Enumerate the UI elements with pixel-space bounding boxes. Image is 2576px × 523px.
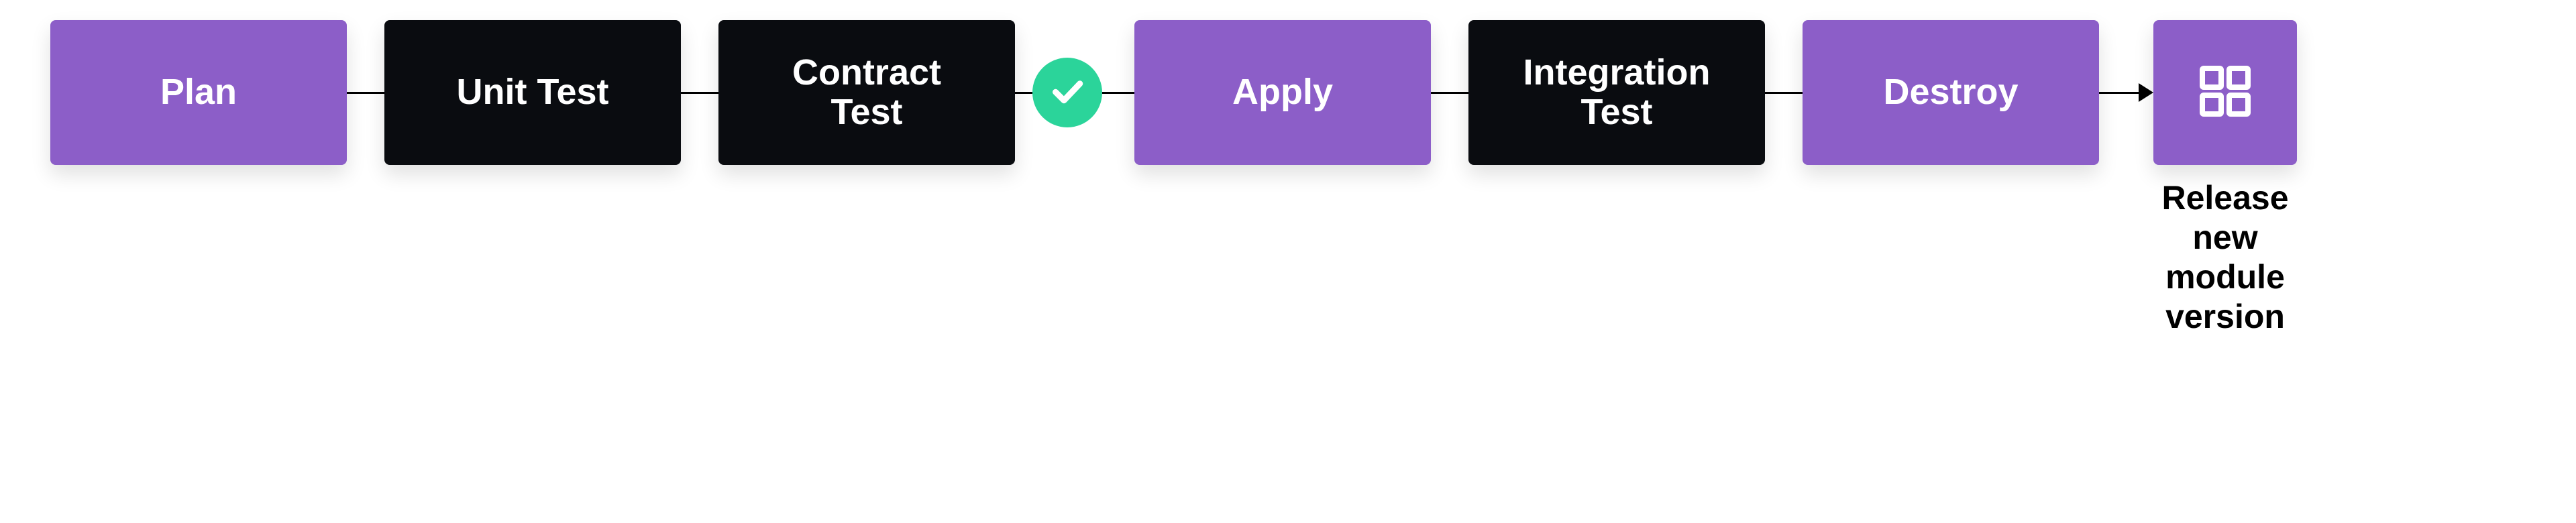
release-caption: Release new module version bbox=[2138, 178, 2312, 337]
connector bbox=[1431, 92, 1468, 94]
arrow-to-release bbox=[2099, 83, 2153, 102]
stage-label: Integration Test bbox=[1523, 53, 1711, 133]
stage-unit-test: Unit Test bbox=[384, 20, 681, 165]
stage-integration-test: Integration Test bbox=[1468, 20, 1765, 165]
connector bbox=[1015, 92, 1032, 94]
release-node: Release new module version bbox=[2153, 20, 2297, 165]
connector bbox=[1102, 92, 1134, 94]
checkpoint-pass bbox=[1032, 58, 1102, 127]
stage-label: Destroy bbox=[1883, 72, 2018, 112]
stage-label: Plan bbox=[160, 72, 237, 112]
stage-destroy: Destroy bbox=[1803, 20, 2099, 165]
pipeline-row: Plan Unit Test Contract Test Apply bbox=[0, 0, 2576, 165]
stage-label: Contract Test bbox=[792, 53, 941, 133]
stage-contract-test: Contract Test bbox=[718, 20, 1015, 165]
check-icon bbox=[1047, 71, 1087, 115]
connector bbox=[347, 92, 384, 94]
arrow-head-icon bbox=[2139, 83, 2153, 102]
pipeline-diagram: Plan Unit Test Contract Test Apply bbox=[0, 0, 2576, 523]
stage-apply: Apply bbox=[1134, 20, 1431, 165]
stage-label: Unit Test bbox=[457, 72, 609, 112]
arrow-line bbox=[2099, 92, 2139, 94]
connector bbox=[681, 92, 718, 94]
grid-icon bbox=[2193, 59, 2257, 127]
stage-label: Apply bbox=[1232, 72, 1333, 112]
release-box bbox=[2153, 20, 2297, 165]
stage-plan: Plan bbox=[50, 20, 347, 165]
connector bbox=[1765, 92, 1803, 94]
